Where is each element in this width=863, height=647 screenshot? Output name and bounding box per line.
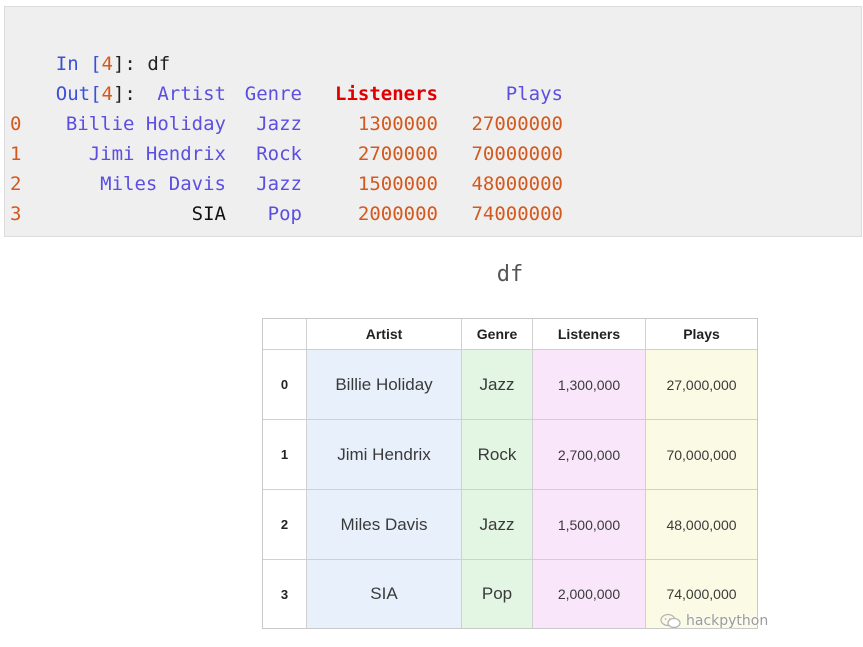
cell-listeners: 2700000	[357, 143, 438, 165]
diagram-cell-listeners: 2,000,000	[533, 560, 646, 628]
dataframe-row: 3 SIA Pop 2000000 74000000	[10, 199, 570, 229]
cell-genre: Jazz	[256, 113, 302, 135]
cell-plays: 70000000	[471, 143, 563, 165]
diagram-header-listeners: Listeners	[533, 319, 646, 350]
dataframe-text-output: Artist Genre Listeners Plays 0 Billie Ho…	[10, 79, 570, 229]
diagram-cell-plays: 48,000,000	[646, 490, 757, 560]
diagram-row-index: 2	[263, 490, 307, 560]
dataframe-row: 2 Miles Davis Jazz 1500000 48000000	[10, 169, 570, 199]
diagram-cell-listeners: 1,300,000	[533, 350, 646, 420]
watermark-text: hackpython	[686, 613, 769, 629]
cell-genre: Jazz	[256, 173, 302, 195]
code-input[interactable]: df	[147, 53, 170, 75]
cell-artist: Miles Davis	[100, 173, 226, 195]
diagram-cell-genre: Jazz	[462, 350, 533, 420]
diagram-row-index: 0	[263, 350, 307, 420]
dataframe-header-row: Artist Genre Listeners Plays	[10, 79, 570, 109]
row-index: 0	[10, 113, 22, 135]
corner-cell	[263, 319, 307, 350]
cell-listeners: 1300000	[357, 113, 438, 135]
input-line[interactable]: In [4]: df	[10, 19, 170, 75]
header-genre: Genre	[244, 83, 302, 105]
header-artist: Artist	[157, 83, 226, 105]
dataframe-row: 0 Billie Holiday Jazz 1300000 27000000	[10, 109, 570, 139]
cell-genre: Pop	[267, 203, 302, 225]
cell-listeners: 2000000	[357, 203, 438, 225]
output-prompt-line: Out[4]:	[10, 49, 136, 105]
row-index: 1	[10, 143, 22, 165]
wechat-icon	[660, 613, 681, 629]
watermark: hackpython	[660, 613, 768, 629]
cell-artist: Jimi Hendrix	[88, 143, 226, 165]
header-listeners: Listeners	[335, 83, 438, 105]
diagram-header-artist: Artist	[307, 319, 462, 350]
diagram-cell-plays: 27,000,000	[646, 350, 757, 420]
diagram-cell-artist: Billie Holiday	[307, 350, 462, 420]
cell-plays: 27000000	[471, 113, 563, 135]
cell-plays: 74000000	[471, 203, 563, 225]
cell-artist: SIA	[191, 203, 226, 225]
diagram-cell-artist: SIA	[307, 560, 462, 628]
cell-plays: 48000000	[471, 173, 563, 195]
diagram-row-index: 1	[263, 420, 307, 490]
dataframe-diagram: Artist Genre Listeners Plays 0 Billie Ho…	[262, 318, 758, 629]
notebook-cell: In [4]: df Out[4]: Artist Genre Listener…	[4, 6, 862, 237]
diagram-cell-listeners: 1,500,000	[533, 490, 646, 560]
diagram-cell-genre: Jazz	[462, 490, 533, 560]
diagram-cell-plays: 70,000,000	[646, 420, 757, 490]
cell-artist: Billie Holiday	[65, 113, 226, 135]
diagram-header-plays: Plays	[646, 319, 757, 350]
diagram-cell-genre: Pop	[462, 560, 533, 628]
dataframe-row: 1 Jimi Hendrix Rock 2700000 70000000	[10, 139, 570, 169]
diagram-cell-artist: Jimi Hendrix	[307, 420, 462, 490]
diagram-cell-genre: Rock	[462, 420, 533, 490]
diagram-header-genre: Genre	[462, 319, 533, 350]
diagram-cell-artist: Miles Davis	[307, 490, 462, 560]
cell-listeners: 1500000	[357, 173, 438, 195]
cell-genre: Rock	[256, 143, 302, 165]
header-plays: Plays	[505, 83, 563, 105]
row-index: 3	[10, 203, 22, 225]
diagram-title: df	[496, 262, 524, 287]
diagram-cell-listeners: 2,700,000	[533, 420, 646, 490]
diagram-row-index: 3	[263, 560, 307, 628]
row-index: 2	[10, 173, 22, 195]
